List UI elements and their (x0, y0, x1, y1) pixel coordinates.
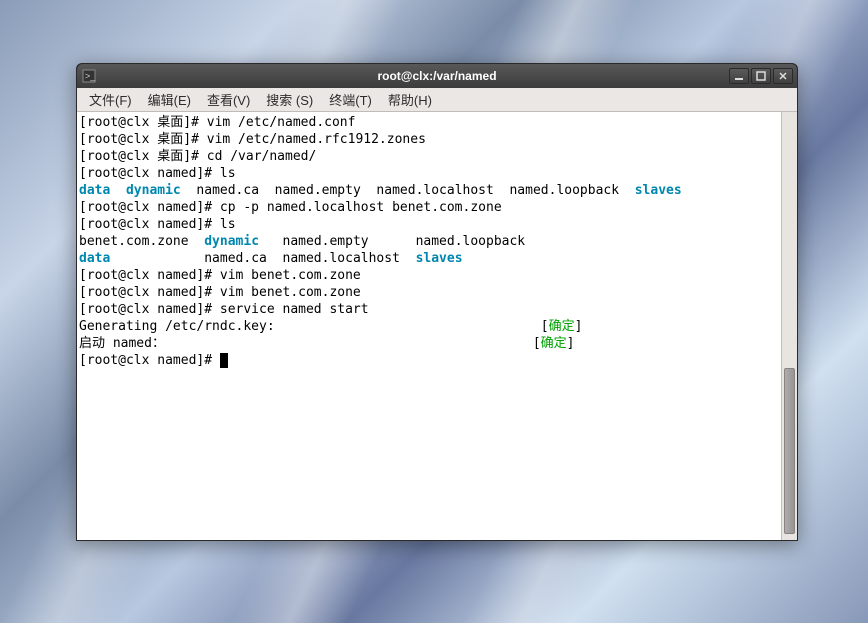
terminal-line: [root@clx named]# service named start (79, 301, 781, 318)
terminal-line: data named.ca named.localhost slaves (79, 250, 781, 267)
menu-help[interactable]: 帮助(H) (380, 88, 440, 111)
close-button[interactable] (773, 68, 793, 84)
terminal-line: [root@clx named]# ls (79, 216, 781, 233)
terminal-text: ] (575, 319, 583, 334)
terminal-text: benet.com.zone (79, 234, 204, 249)
terminal-line: benet.com.zone dynamic named.empty named… (79, 233, 781, 250)
terminal-content[interactable]: [root@clx 桌面]# vim /etc/named.conf [root@… (77, 112, 781, 540)
terminal-text: Generating /etc/rndc.key: [ (79, 319, 549, 334)
terminal-app-icon: >_ (81, 68, 97, 84)
terminal-text: [root@clx 桌面]# cd /var/named/ (79, 149, 316, 164)
terminal-text: named.ca named.localhost (110, 251, 415, 266)
terminal-text: 确定 (541, 336, 567, 351)
scrollbar[interactable] (781, 112, 797, 540)
window-title: root@clx:/var/named (77, 69, 797, 83)
terminal-text: [root@clx named]# service named start (79, 302, 369, 317)
terminal-line: [root@clx named]# cp -p named.localhost … (79, 199, 781, 216)
menu-file[interactable]: 文件(F) (81, 88, 140, 111)
terminal-text: [root@clx 桌面]# vim /etc/named.rfc1912.zo… (79, 132, 426, 147)
menubar: 文件(F) 编辑(E) 查看(V) 搜索 (S) 终端(T) 帮助(H) (77, 88, 797, 112)
maximize-button[interactable] (751, 68, 771, 84)
menu-search[interactable]: 搜索 (S) (258, 88, 321, 111)
terminal-text: dynamic (204, 234, 259, 249)
terminal-text: data (79, 183, 110, 198)
terminal-text: 启动 named： [ (79, 336, 541, 351)
menu-edit[interactable]: 编辑(E) (140, 88, 199, 111)
terminal-text: [root@clx named]# vim benet.com.zone (79, 268, 361, 283)
minimize-button[interactable] (729, 68, 749, 84)
terminal-line: [root@clx 桌面]# cd /var/named/ (79, 148, 781, 165)
terminal-line: [root@clx 桌面]# vim /etc/named.conf (79, 114, 781, 131)
menu-view[interactable]: 查看(V) (199, 88, 258, 111)
svg-text:>_: >_ (85, 71, 96, 81)
terminal-line: 启动 named： [确定] (79, 335, 781, 352)
terminal-text: [root@clx named]# ls (79, 217, 236, 232)
terminal-text: [root@clx named]# (79, 353, 220, 368)
terminal-text: named.empty named.loopback (259, 234, 525, 249)
terminal-text: [root@clx named]# ls (79, 166, 236, 181)
terminal-text (110, 183, 126, 198)
terminal-text: dynamic (126, 183, 181, 198)
terminal-text: [root@clx named]# cp -p named.localhost … (79, 200, 502, 215)
terminal-text: slaves (416, 251, 463, 266)
terminal-text: 确定 (549, 319, 575, 334)
terminal-text: [root@clx named]# vim benet.com.zone (79, 285, 361, 300)
terminal-text: named.ca named.empty named.localhost nam… (181, 183, 635, 198)
titlebar[interactable]: >_ root@clx:/var/named (77, 64, 797, 88)
terminal-body: [root@clx 桌面]# vim /etc/named.conf [root@… (77, 112, 797, 540)
terminal-line: [root@clx named]# vim benet.com.zone (79, 284, 781, 301)
terminal-line: data dynamic named.ca named.empty named.… (79, 182, 781, 199)
terminal-line: [root@clx named]# (79, 352, 781, 369)
window-controls (729, 68, 793, 84)
cursor (220, 353, 228, 368)
terminal-line: [root@clx 桌面]# vim /etc/named.rfc1912.zo… (79, 131, 781, 148)
terminal-window: >_ root@clx:/var/named 文件(F) 编辑(E) 查看(V)… (76, 63, 798, 541)
menu-terminal[interactable]: 终端(T) (321, 88, 380, 111)
terminal-text: [root@clx 桌面]# vim /etc/named.conf (79, 115, 355, 130)
terminal-line: Generating /etc/rndc.key: [确定] (79, 318, 781, 335)
terminal-text: slaves (635, 183, 682, 198)
terminal-text: ] (567, 336, 575, 351)
terminal-text: data (79, 251, 110, 266)
scroll-thumb[interactable] (784, 368, 795, 534)
terminal-line: [root@clx named]# ls (79, 165, 781, 182)
terminal-line: [root@clx named]# vim benet.com.zone (79, 267, 781, 284)
